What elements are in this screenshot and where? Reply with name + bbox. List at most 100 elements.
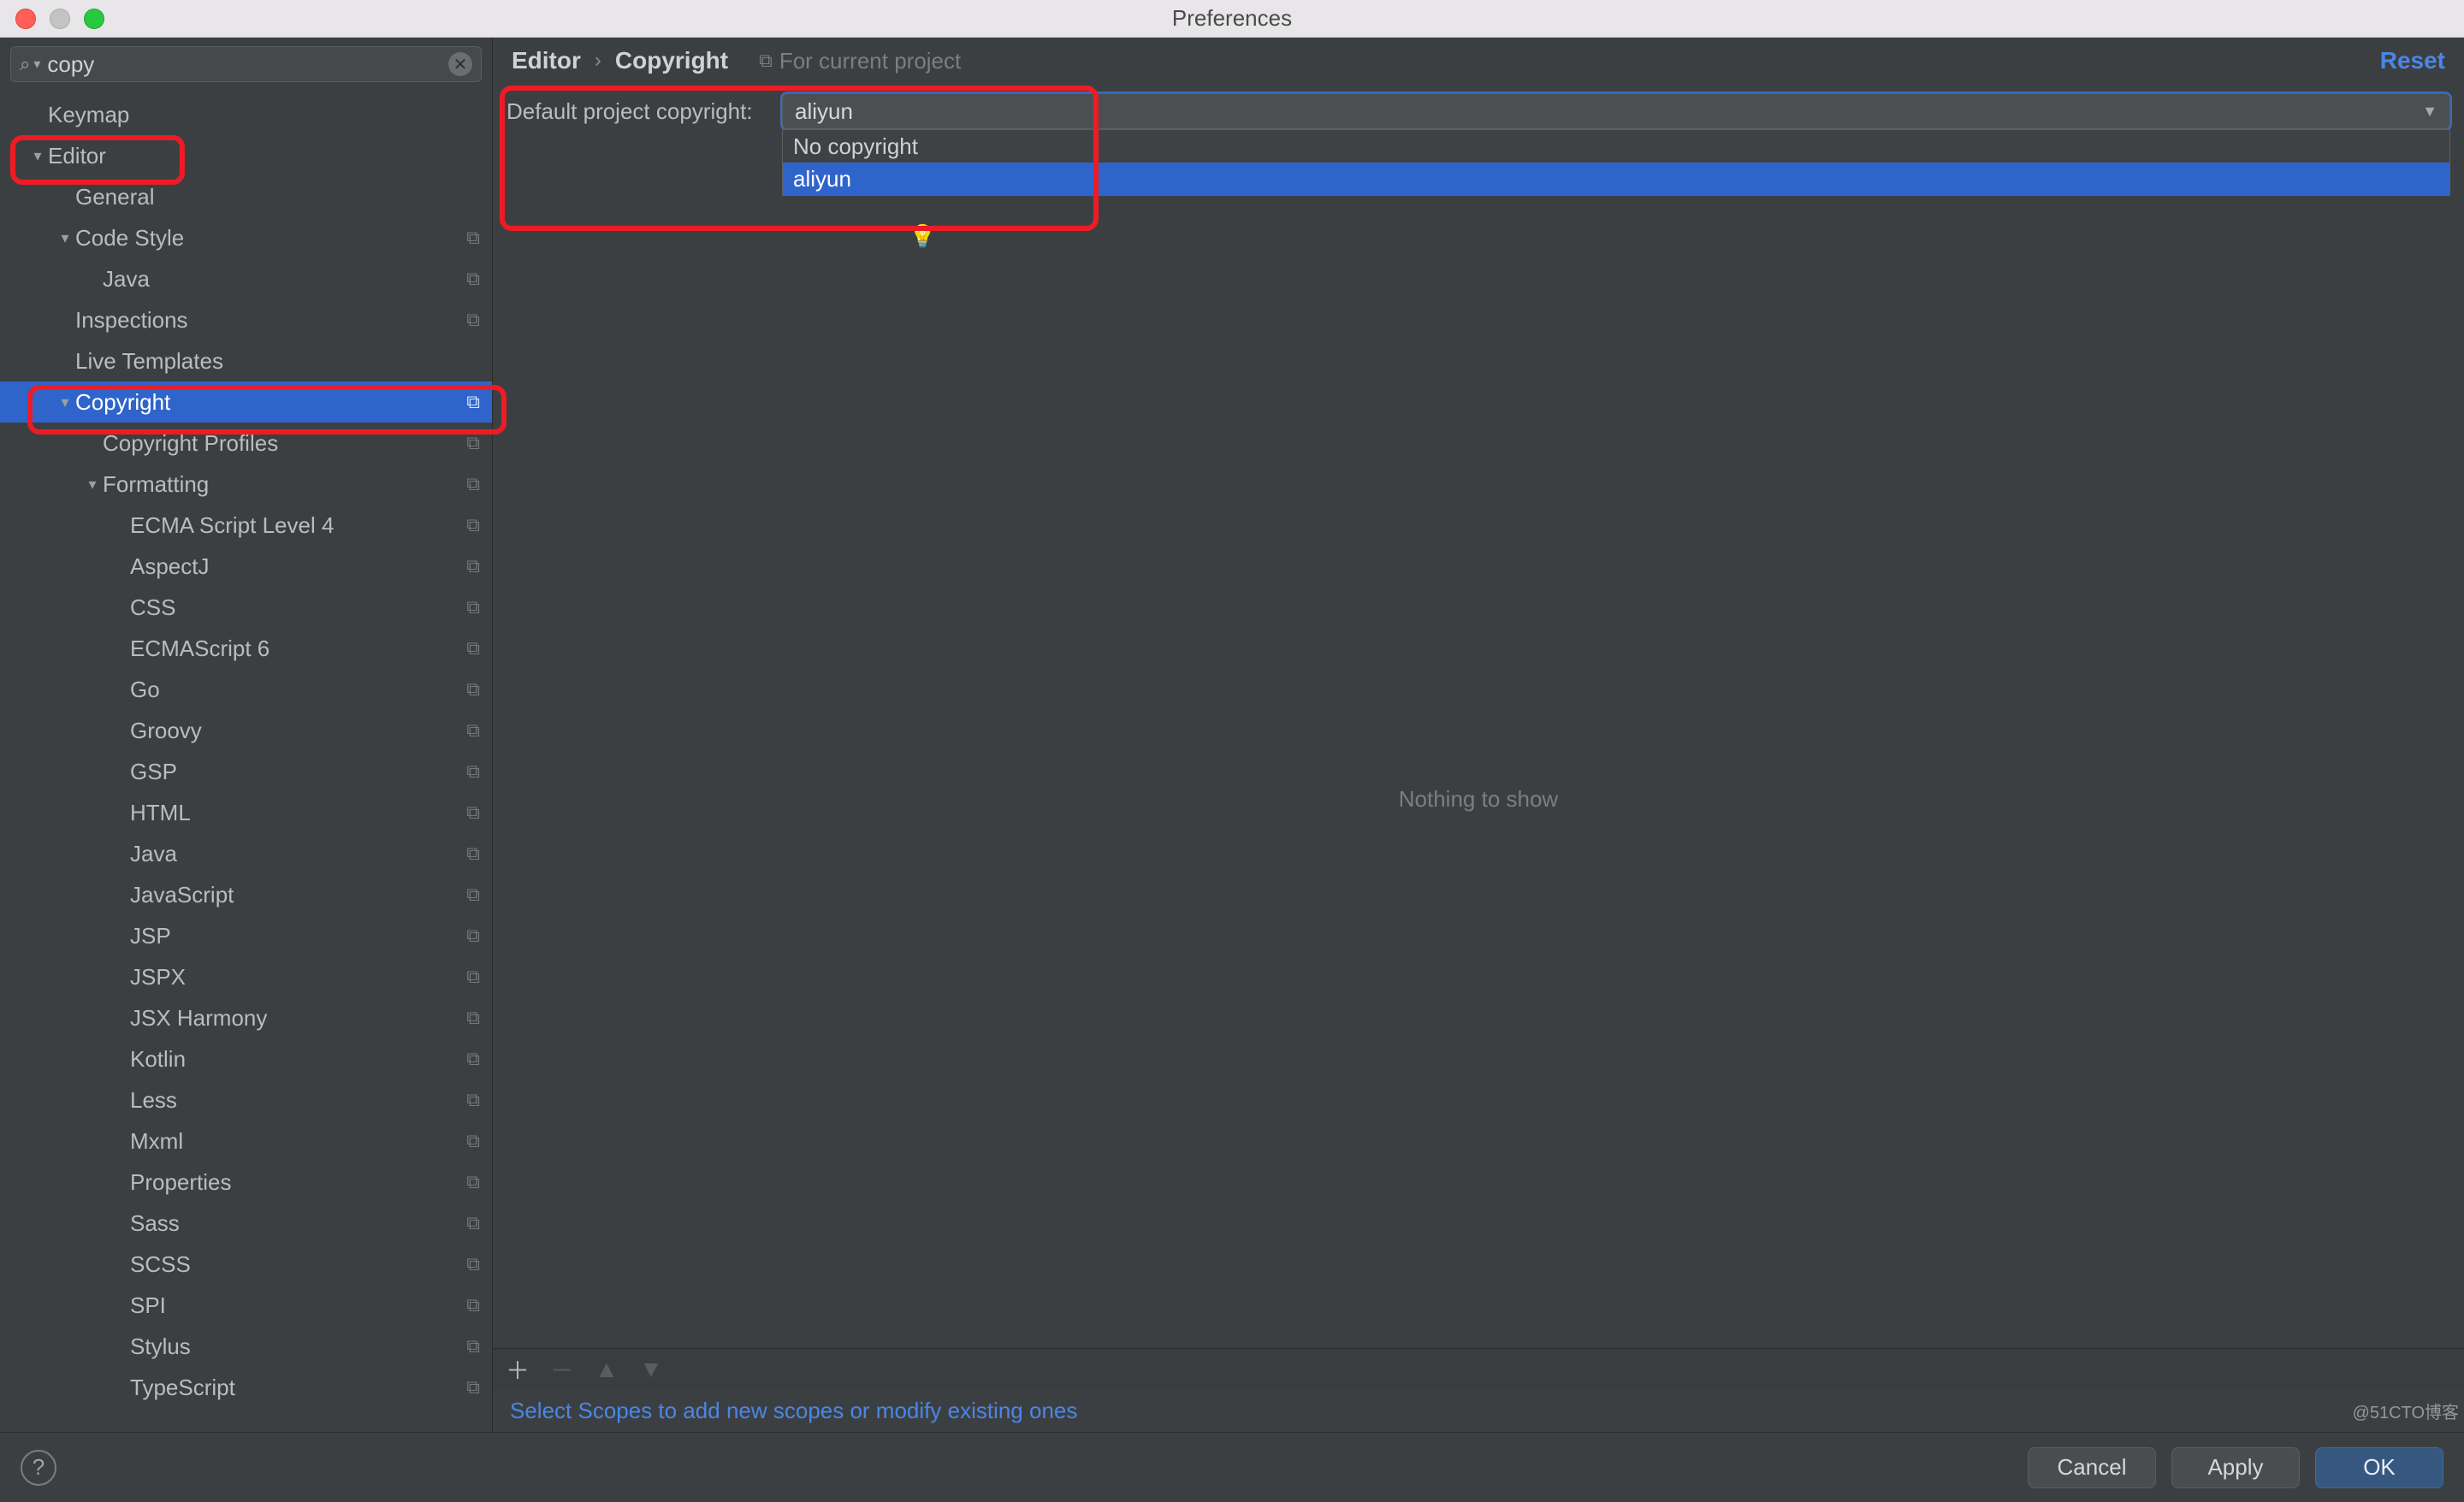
arrow-icon bbox=[82, 435, 103, 452]
arrow-icon bbox=[55, 311, 75, 329]
tree-item-aspectj[interactable]: AspectJ⧉ bbox=[0, 546, 492, 587]
scopes-list-area: Nothing to show bbox=[493, 250, 2464, 1348]
profile-scope-icon: ⧉ bbox=[466, 309, 480, 331]
footer: ? Cancel Apply OK bbox=[0, 1432, 2464, 1502]
help-button[interactable]: ? bbox=[21, 1450, 56, 1486]
tree-item-java[interactable]: Java⧉ bbox=[0, 258, 492, 299]
tree-item-general[interactable]: General bbox=[0, 176, 492, 217]
profile-scope-icon: ⧉ bbox=[466, 884, 480, 906]
tree-item-java[interactable]: Java⧉ bbox=[0, 833, 492, 874]
body: ⌕ ▾ ✕ Keymap Editor GeneralCode Style⧉ Ja… bbox=[0, 38, 2464, 1432]
arrow-icon bbox=[27, 106, 48, 124]
arrow-icon bbox=[82, 270, 103, 288]
tree-item-formatting[interactable]: Formatting⧉ bbox=[0, 464, 492, 505]
tree-item-html[interactable]: HTML⧉ bbox=[0, 792, 492, 833]
hint-link[interactable]: Select Scopes to add new scopes or modif… bbox=[510, 1398, 1077, 1424]
lightbulb-icon[interactable]: 💡 bbox=[909, 223, 2450, 250]
list-toolbar: ＋ － ▲ ▼ bbox=[493, 1348, 2464, 1389]
profile-scope-icon: ⧉ bbox=[466, 843, 480, 865]
arrow-icon bbox=[110, 1091, 130, 1109]
tree-item-groovy[interactable]: Groovy⧉ bbox=[0, 710, 492, 751]
tree-item-copyright-profiles[interactable]: Copyright Profiles⧉ bbox=[0, 423, 492, 464]
combo-option-no-copyright[interactable]: No copyright bbox=[783, 130, 2449, 163]
profile-scope-icon: ⧉ bbox=[466, 473, 480, 495]
tree-item-jsp[interactable]: JSP⧉ bbox=[0, 915, 492, 956]
profile-scope-icon: ⧉ bbox=[466, 514, 480, 536]
combo-dropdown[interactable]: No copyrightaliyun bbox=[782, 129, 2450, 196]
profile-scope-icon: ⧉ bbox=[466, 719, 480, 742]
clear-search-icon[interactable]: ✕ bbox=[448, 52, 472, 76]
move-down-button: ▼ bbox=[638, 1357, 664, 1382]
arrow-icon bbox=[110, 968, 130, 986]
default-copyright-combo[interactable]: aliyun ▼ No copyrightaliyun bbox=[782, 93, 2450, 129]
tree-item-label: Less bbox=[130, 1087, 466, 1114]
profile-scope-icon: ⧉ bbox=[466, 1212, 480, 1234]
tree-item-ecmascript-6[interactable]: ECMAScript 6⧉ bbox=[0, 628, 492, 669]
tree-item-spi[interactable]: SPI⧉ bbox=[0, 1285, 492, 1326]
sidebar: ⌕ ▾ ✕ Keymap Editor GeneralCode Style⧉ Ja… bbox=[0, 38, 493, 1432]
tree-item-label: SPI bbox=[130, 1292, 466, 1319]
arrow-icon bbox=[110, 1338, 130, 1356]
tree-item-editor[interactable]: Editor bbox=[0, 135, 492, 176]
search-field[interactable]: ⌕ ▾ ✕ bbox=[10, 46, 482, 82]
breadcrumb-separator-icon: › bbox=[595, 49, 601, 73]
tree-item-live-templates[interactable]: Live Templates bbox=[0, 340, 492, 381]
tree-item-label: Copyright Profiles bbox=[103, 430, 466, 457]
tree-item-label: Live Templates bbox=[75, 348, 480, 375]
tree-item-gsp[interactable]: GSP⧉ bbox=[0, 751, 492, 792]
tree-item-jspx[interactable]: JSPX⧉ bbox=[0, 956, 492, 997]
arrow-icon bbox=[27, 147, 48, 165]
tree-item-go[interactable]: Go⧉ bbox=[0, 669, 492, 710]
combo-box[interactable]: aliyun ▼ bbox=[782, 93, 2450, 129]
tree-item-label: Keymap bbox=[48, 102, 480, 128]
combo-option-aliyun[interactable]: aliyun bbox=[783, 163, 2449, 195]
ok-button[interactable]: OK bbox=[2315, 1447, 2443, 1488]
tree-item-stylus[interactable]: Stylus⧉ bbox=[0, 1326, 492, 1367]
tree-item-less[interactable]: Less⧉ bbox=[0, 1079, 492, 1121]
tree-item-javascript[interactable]: JavaScript⧉ bbox=[0, 874, 492, 915]
tree-item-label: Properties bbox=[130, 1169, 466, 1196]
arrow-icon bbox=[110, 681, 130, 699]
breadcrumb-root[interactable]: Editor bbox=[512, 47, 581, 74]
tree-item-properties[interactable]: Properties⧉ bbox=[0, 1162, 492, 1203]
arrow-icon bbox=[110, 1297, 130, 1315]
tree-item-keymap[interactable]: Keymap bbox=[0, 94, 492, 135]
tree-item-kotlin[interactable]: Kotlin⧉ bbox=[0, 1038, 492, 1079]
tree-item-jsx-harmony[interactable]: JSX Harmony⧉ bbox=[0, 997, 492, 1038]
tree-item-label: Stylus bbox=[130, 1333, 466, 1360]
tree-item-typescript[interactable]: TypeScript⧉ bbox=[0, 1367, 492, 1408]
default-copyright-row: Default project copyright: aliyun ▼ No c… bbox=[506, 89, 2450, 133]
tree-item-label: JSPX bbox=[130, 964, 466, 990]
tree-item-code-style[interactable]: Code Style⧉ bbox=[0, 217, 492, 258]
tree-item-ecma-script-level-4[interactable]: ECMA Script Level 4⧉ bbox=[0, 505, 492, 546]
tree-item-scss[interactable]: SCSS⧉ bbox=[0, 1244, 492, 1285]
tree-item-inspections[interactable]: Inspections⧉ bbox=[0, 299, 492, 340]
settings-tree[interactable]: KeymapEditor GeneralCode Style⧉ Java⧉ In… bbox=[0, 91, 492, 1432]
reset-button[interactable]: Reset bbox=[2380, 47, 2445, 74]
cancel-button[interactable]: Cancel bbox=[2028, 1447, 2156, 1488]
settings-area: Default project copyright: aliyun ▼ No c… bbox=[493, 84, 2464, 250]
combo-value: aliyun bbox=[795, 98, 853, 125]
arrow-icon bbox=[110, 1132, 130, 1150]
chevron-down-icon[interactable]: ▾ bbox=[33, 56, 40, 73]
tree-item-label: Java bbox=[130, 841, 466, 867]
apply-button[interactable]: Apply bbox=[2171, 1447, 2300, 1488]
tree-item-label: SCSS bbox=[130, 1251, 466, 1278]
arrow-icon bbox=[110, 1215, 130, 1233]
tree-item-label: Groovy bbox=[130, 718, 466, 744]
add-button[interactable]: ＋ bbox=[505, 1357, 530, 1382]
tree-item-copyright[interactable]: Copyright⧉ bbox=[0, 381, 492, 423]
tree-item-sass[interactable]: Sass⧉ bbox=[0, 1203, 492, 1244]
profile-scope-icon: ⧉ bbox=[466, 1048, 480, 1070]
tree-item-label: Inspections bbox=[75, 307, 466, 334]
preferences-window: Preferences ⌕ ▾ ✕ KeymapEditor GeneralCo… bbox=[0, 0, 2464, 1502]
search-input[interactable] bbox=[45, 50, 448, 79]
profile-scope-icon: ⧉ bbox=[466, 1376, 480, 1399]
move-up-button: ▲ bbox=[594, 1357, 619, 1382]
tree-item-label: TypeScript bbox=[130, 1375, 466, 1401]
arrow-icon bbox=[110, 886, 130, 904]
arrow-icon bbox=[55, 188, 75, 206]
profile-scope-icon: ⧉ bbox=[466, 801, 480, 824]
tree-item-css[interactable]: CSS⧉ bbox=[0, 587, 492, 628]
tree-item-mxml[interactable]: Mxml⧉ bbox=[0, 1121, 492, 1162]
